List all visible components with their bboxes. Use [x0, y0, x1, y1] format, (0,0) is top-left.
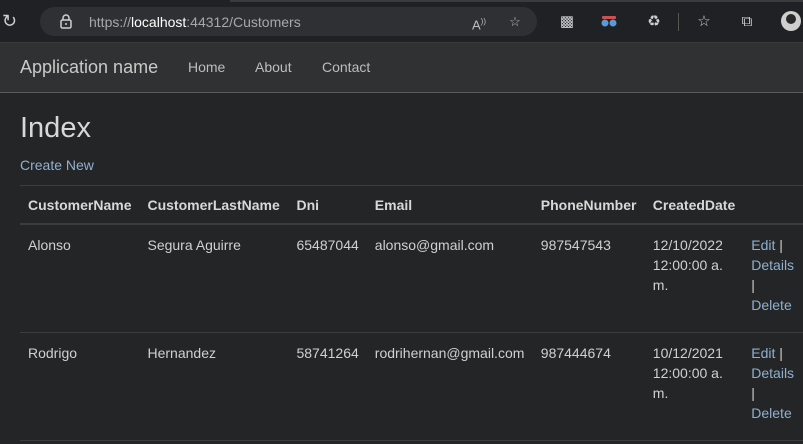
details-link[interactable]: Details: [751, 365, 794, 381]
address-bar[interactable]: https://localhost:44312/Customers A)) ☆: [40, 7, 537, 36]
header-email: Email: [366, 185, 533, 225]
edit-link[interactable]: Edit: [751, 345, 775, 361]
page-title: Index: [20, 112, 91, 144]
cell-customer-last-name: Hernandez: [139, 332, 289, 441]
table-row: Alonso Segura Aguirre 65487044 alonso@gm…: [20, 224, 803, 333]
cell-email: rodrihernan@gmail.com: [366, 332, 533, 441]
favorite-add-icon[interactable]: ☆: [506, 13, 524, 31]
cell-dni: 65487044: [288, 224, 367, 333]
cell-customer-name: Alonso: [20, 224, 140, 333]
brand-link[interactable]: Application name: [20, 57, 158, 78]
cell-phone-number: 987444674: [532, 332, 645, 441]
header-dni: Dni: [288, 185, 367, 225]
header-phone-number: PhoneNumber: [532, 185, 645, 225]
delete-link[interactable]: Delete: [751, 297, 791, 313]
details-link[interactable]: Details: [751, 257, 794, 273]
action-separator: |: [779, 345, 783, 361]
lock-icon[interactable]: [58, 13, 74, 29]
nav-contact[interactable]: Contact: [322, 59, 370, 75]
collections-icon[interactable]: ⧉: [737, 12, 757, 32]
header-customer-last-name: CustomerLastName: [139, 185, 289, 225]
puzzle-icon[interactable]: ♻: [644, 12, 664, 32]
browser-toolbar: ↻ https://localhost:44312/Customers A)) …: [0, 0, 803, 43]
site-navbar: Application name Home About Contact: [0, 43, 803, 93]
cell-actions: Edit | Details | Delete: [743, 224, 803, 333]
create-new-link[interactable]: Create New: [20, 157, 94, 173]
cell-actions: Edit | Details | Delete: [743, 332, 803, 441]
cell-created-date: 12/10/2022 12:00:00 a. m.: [644, 224, 744, 333]
table-header-row: CustomerName CustomerLastName Dni Email …: [20, 185, 803, 225]
action-separator: |: [751, 385, 755, 401]
reload-icon[interactable]: ↻: [2, 10, 22, 32]
action-separator: |: [779, 237, 783, 253]
cell-phone-number: 987547543: [532, 224, 645, 333]
cell-dni: 58741264: [288, 332, 367, 441]
edit-link[interactable]: Edit: [751, 237, 775, 253]
cell-created-date: 10/12/2021 12:00:00 a. m.: [644, 332, 744, 441]
url-text[interactable]: https://localhost:44312/Customers: [89, 14, 301, 30]
header-customer-name: CustomerName: [20, 185, 140, 225]
cell-customer-name: Rodrigo: [20, 332, 140, 441]
nav-about[interactable]: About: [255, 59, 292, 75]
delete-link[interactable]: Delete: [751, 405, 791, 421]
toolbar-divider: [678, 13, 679, 31]
tab-strip-edge: [230, 0, 803, 2]
read-aloud-icon[interactable]: A)): [470, 13, 488, 32]
nav-home[interactable]: Home: [188, 59, 225, 75]
spy-glasses-icon[interactable]: [599, 12, 619, 32]
header-created-date: CreatedDate: [644, 185, 744, 225]
cell-customer-last-name: Segura Aguirre: [139, 224, 289, 333]
extension-icon[interactable]: ▩: [557, 12, 577, 32]
profile-avatar[interactable]: [781, 11, 801, 31]
table-row: Rodrigo Hernandez 58741264 rodrihernan@g…: [20, 332, 803, 441]
customers-table: CustomerName CustomerLastName Dni Email …: [20, 185, 803, 441]
header-actions: [743, 185, 803, 225]
action-separator: |: [751, 277, 755, 293]
favorites-icon[interactable]: ☆: [694, 12, 714, 32]
cell-email: alonso@gmail.com: [366, 224, 533, 333]
